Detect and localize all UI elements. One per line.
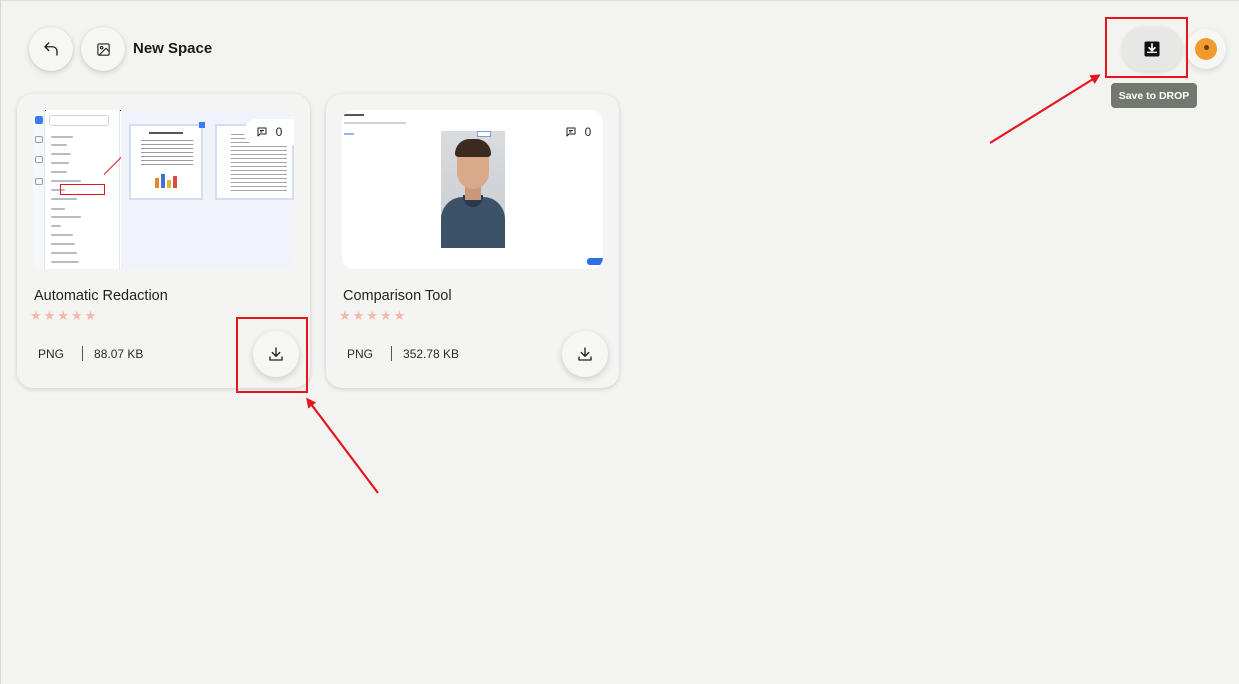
annotation-arrow-to-drop [989,74,1101,144]
annotation-arrows [306,74,1101,494]
annotation-arrow-to-download [306,397,379,494]
